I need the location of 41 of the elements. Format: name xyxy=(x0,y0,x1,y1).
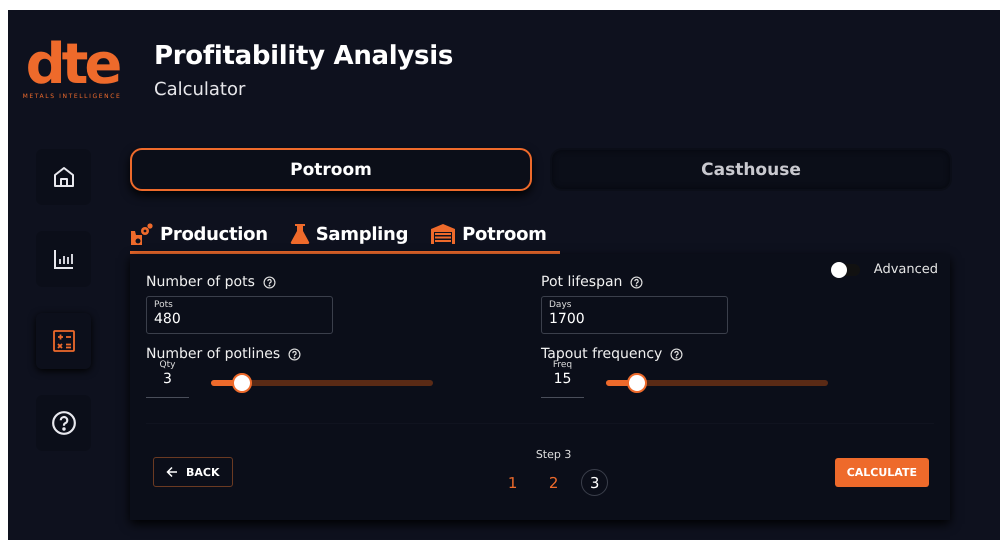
section-tab[interactable]: Potroom xyxy=(130,148,532,191)
building-icon xyxy=(430,223,456,245)
toggle-label: Advanced xyxy=(874,262,938,277)
step-tab[interactable]: Potroom xyxy=(462,224,547,244)
help-icon xyxy=(288,348,302,360)
back-button[interactable]: BACK xyxy=(153,457,232,487)
step-button[interactable]: 2 xyxy=(540,469,568,496)
page-title: Profitability Analysis xyxy=(154,40,454,70)
bar-chart-icon xyxy=(52,247,76,271)
home-icon xyxy=(52,165,76,189)
logo: dte xyxy=(26,40,118,88)
step-tab[interactable]: Production xyxy=(160,224,268,244)
field-label: Tapout frequency xyxy=(541,346,662,362)
input-field[interactable]: Freq 15 xyxy=(541,360,584,398)
field-label: Number of pots xyxy=(146,274,255,290)
slider-thumb[interactable] xyxy=(232,373,252,393)
toggle-switch[interactable] xyxy=(834,264,860,276)
input-field[interactable]: Pots 480 xyxy=(146,296,333,334)
gears-icon xyxy=(130,223,154,245)
arrow-left-icon xyxy=(166,466,178,478)
field-label: Pot lifespan xyxy=(541,274,622,290)
sidebar-button[interactable] xyxy=(36,395,91,451)
step-tab[interactable]: Sampling xyxy=(316,224,408,244)
help-icon xyxy=(262,276,276,288)
sidebar-button[interactable] xyxy=(36,149,91,205)
input-field[interactable]: Days 1700 xyxy=(541,296,728,334)
help-icon xyxy=(630,276,644,288)
field-label: Number of potlines xyxy=(146,346,280,362)
step-button[interactable]: 3 xyxy=(581,469,608,496)
step-button[interactable]: 1 xyxy=(499,469,526,496)
input-field[interactable]: Qty 3 xyxy=(146,360,189,398)
help-icon xyxy=(670,348,684,360)
sidebar-button[interactable] xyxy=(36,313,91,369)
sidebar-button[interactable] xyxy=(36,231,91,287)
slider-thumb[interactable] xyxy=(627,373,648,393)
step-caption: Step 3 xyxy=(536,448,572,461)
help-icon xyxy=(50,410,76,436)
section-tab[interactable]: Casthouse xyxy=(550,148,952,191)
flask-icon xyxy=(290,223,310,245)
page-subtitle: Calculator xyxy=(154,78,246,100)
calculator-icon xyxy=(52,329,76,353)
